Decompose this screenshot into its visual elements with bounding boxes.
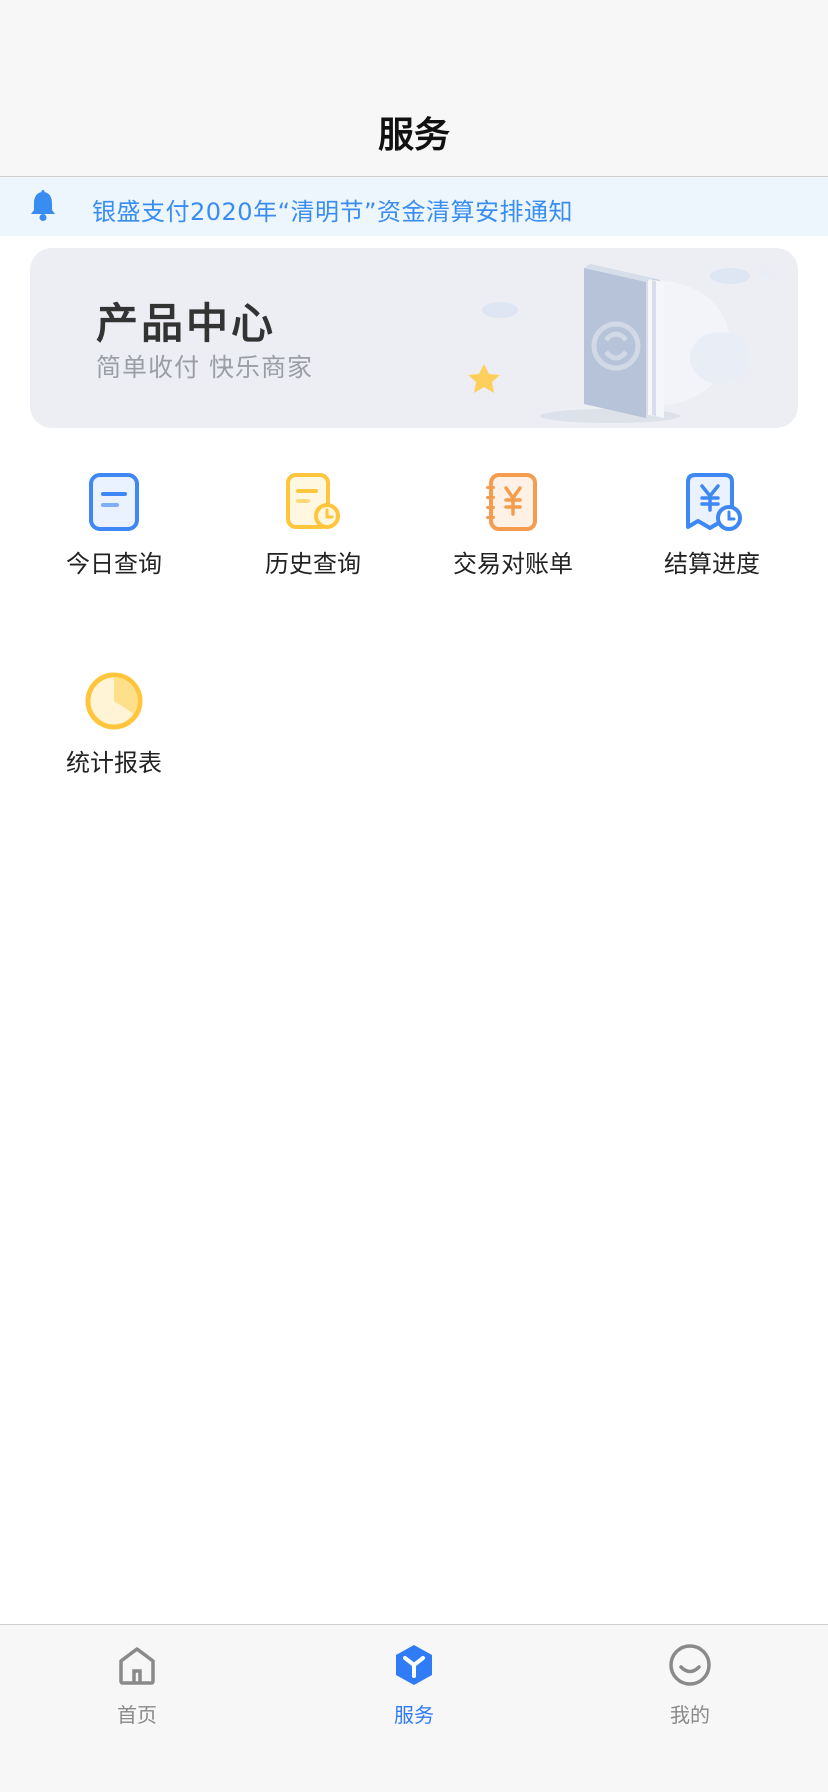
smile-icon: [669, 1644, 711, 1686]
tab-label: 我的: [670, 1703, 710, 1727]
book-illustration-icon: [468, 264, 770, 423]
service-today-query[interactable]: 今日查询: [14, 472, 214, 612]
service-label: 历史查询: [265, 550, 361, 578]
tab-label: 服务: [394, 1703, 434, 1727]
notice-bar[interactable]: 银盛支付2020年“清明节”资金清算安排通知: [0, 177, 828, 236]
banner-subtitle: 简单收付 快乐商家: [96, 353, 313, 382]
product-center-banner[interactable]: 产品中心 简单收付 快乐商家: [30, 248, 798, 428]
today-document-icon: [89, 473, 139, 531]
service-label: 今日查询: [66, 550, 162, 578]
settlement-progress-icon: [686, 473, 742, 531]
service-transaction-statement[interactable]: 交易对账单: [413, 472, 613, 612]
bell-icon: [31, 190, 55, 221]
service-label: 交易对账单: [453, 550, 573, 578]
service-settlement-progress[interactable]: 结算进度: [612, 472, 812, 612]
page-title: 服务: [377, 115, 450, 156]
service-label: 结算进度: [664, 550, 760, 578]
tab-label: 首页: [117, 1703, 157, 1727]
service-label: 统计报表: [66, 749, 162, 777]
tab-mine[interactable]: 我的: [620, 1643, 760, 1733]
tab-home[interactable]: 首页: [67, 1643, 207, 1733]
nav-header: 服务: [0, 0, 828, 177]
history-document-icon: [286, 473, 340, 529]
tab-service[interactable]: 服务: [344, 1643, 484, 1733]
pie-chart-icon: [85, 672, 143, 730]
service-statistics-report[interactable]: 统计报表: [14, 671, 214, 811]
home-icon: [119, 1647, 155, 1685]
bottom-tab-bar: 首页 服务 我的: [0, 1624, 828, 1792]
yuan-notebook-icon: [486, 473, 537, 531]
banner-title: 产品中心: [96, 299, 277, 348]
service-page: 服务 银盛支付2020年“清明节”资金清算安排通知 产品中心 简单收付 快乐商家: [0, 0, 828, 1792]
service-icon: [396, 1645, 432, 1685]
service-history-query[interactable]: 历史查询: [213, 472, 413, 612]
notice-text: 银盛支付2020年“清明节”资金清算安排通知: [92, 198, 573, 226]
